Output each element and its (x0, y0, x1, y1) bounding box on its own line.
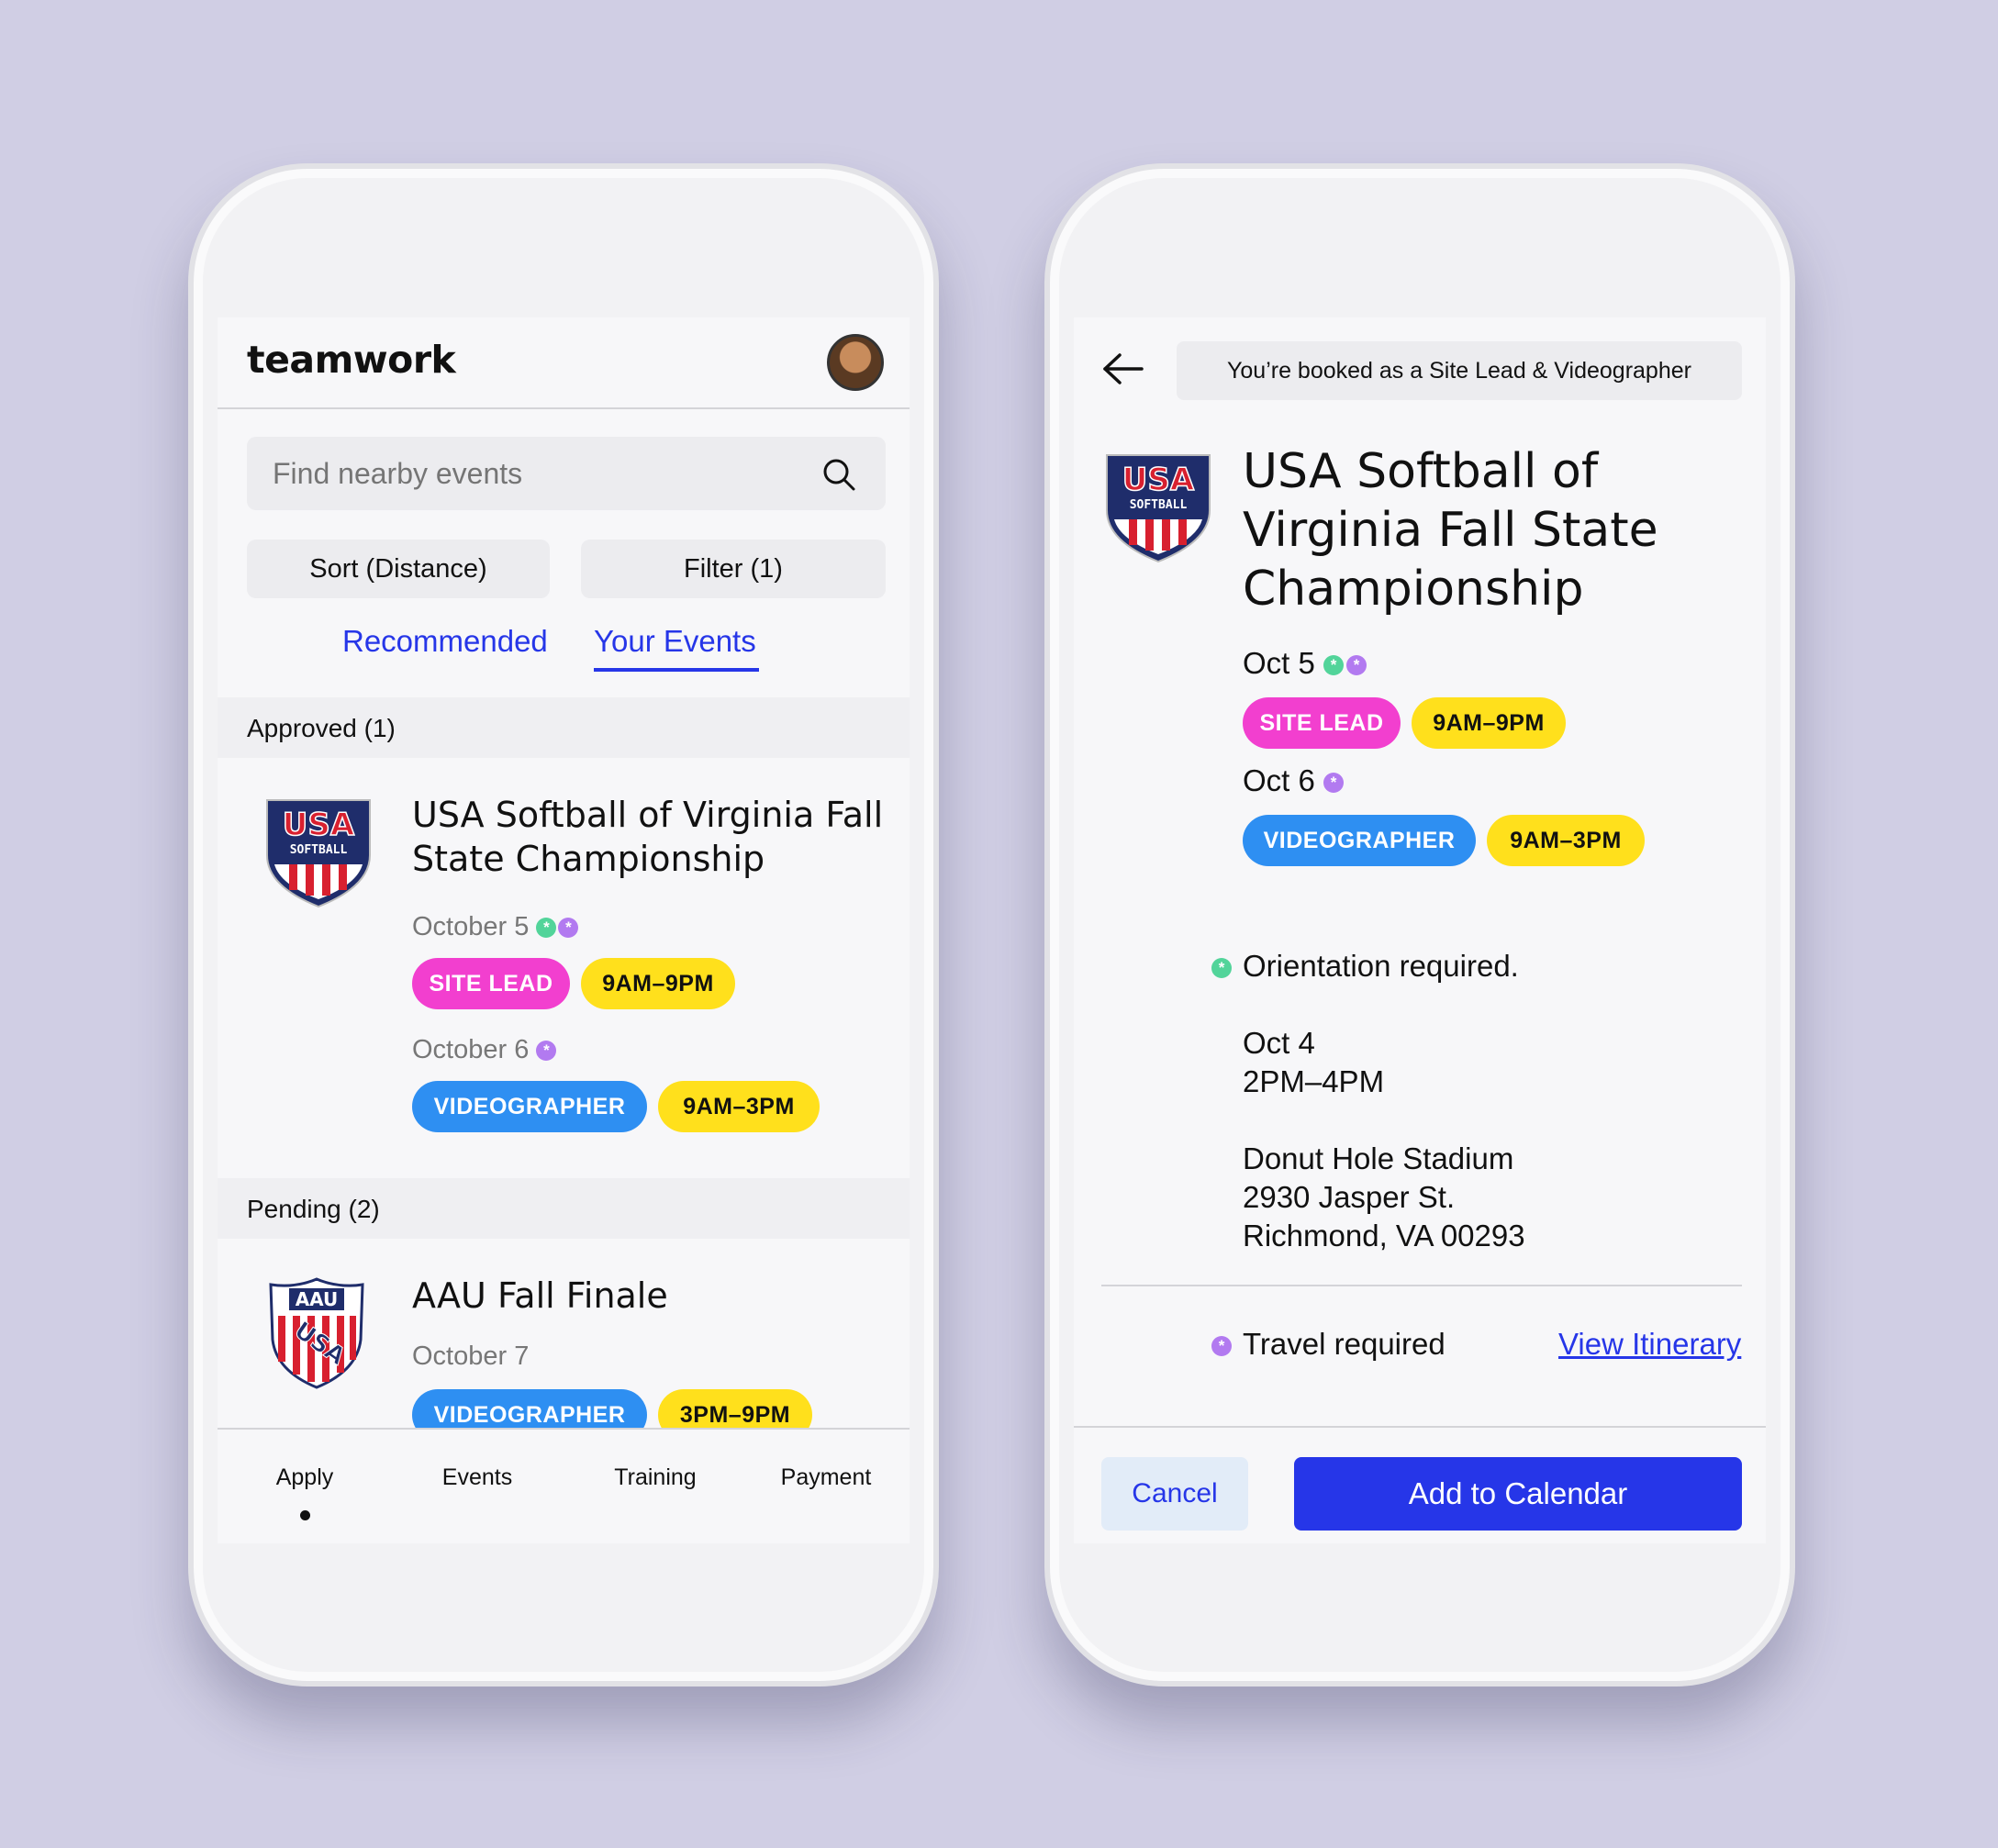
event-date-2-label: Oct 6 (1243, 763, 1315, 797)
add-to-calendar-button[interactable]: Add to Calendar (1294, 1457, 1742, 1531)
event-date-1-label: October 5 (412, 912, 530, 941)
orientation-marker-icon: * (536, 918, 557, 939)
event-date-1-label: Oct 5 (1243, 646, 1315, 680)
travel-marker-icon: * (536, 1041, 557, 1062)
time-badge-day2: 9AM–3PM (1487, 815, 1645, 866)
section-approved: Approved (1) (218, 697, 910, 758)
section-approved-label: Approved (1) (247, 714, 396, 742)
event-date-2: Oct 6 * (1243, 763, 1345, 798)
time-badge-day2: 9AM–3PM (658, 1081, 820, 1132)
nav-events[interactable]: Events (427, 1464, 528, 1491)
logo-text-usa: USA (283, 807, 355, 843)
active-nav-dot (300, 1510, 310, 1520)
active-tab-indicator (594, 668, 759, 672)
time-badge-day1: 9AM–9PM (581, 958, 735, 1009)
role-badge-videographer: VIDEOGRAPHER (1243, 815, 1476, 866)
phone-right: You’re booked as a Site Lead & Videograp… (1044, 163, 1795, 1687)
event-title-line3: Championship (1243, 562, 1584, 617)
usa-softball-logo: USA SOFTBALL (1106, 454, 1211, 563)
nav-apply[interactable]: Apply (254, 1464, 355, 1491)
travel-marker-icon: * (1211, 1336, 1232, 1356)
search-icon[interactable] (821, 457, 856, 492)
phone-left: teamwork Sort (Distance) Filter (1) Reco… (188, 163, 939, 1687)
time-badge-day1: 9AM–9PM (1412, 697, 1566, 749)
cancel-button[interactable]: Cancel (1101, 1457, 1248, 1531)
aau-usa-logo[interactable]: AAU USA (265, 1275, 368, 1391)
orientation-date: Oct 4 (1243, 1026, 1315, 1060)
event-date-1: Oct 5 * * (1243, 646, 1367, 681)
brand-logo: teamwork (247, 338, 456, 382)
orientation-marker-icon: * (1211, 958, 1232, 978)
travel-marker-icon: * (1346, 655, 1367, 676)
travel-marker-icon: * (1323, 773, 1345, 794)
event-title-line1[interactable]: USA Softball of Virginia Fall (412, 793, 883, 837)
event-date-1: October 5 * * (412, 912, 579, 942)
arrow-left-icon[interactable] (1101, 352, 1144, 385)
event-detail-screen: You’re booked as a Site Lead & Videograp… (1074, 317, 1766, 1543)
travel-required-label: Travel required (1243, 1327, 1445, 1361)
search-input[interactable] (247, 437, 823, 510)
header-divider (218, 407, 910, 409)
pending-event-date: October 7 (412, 1341, 530, 1371)
orientation-label: Orientation required. (1243, 949, 1519, 983)
event-title: USA Softball of Virginia Fall State Cham… (1243, 442, 1658, 618)
event-date-2: October 6 * (412, 1035, 557, 1065)
event-title-line2: Virginia Fall State (1243, 503, 1658, 558)
avatar[interactable] (827, 334, 884, 391)
role-badge-site-lead: SITE LEAD (412, 958, 570, 1009)
venue-name: Donut Hole Stadium (1243, 1141, 1514, 1175)
bottom-nav: Apply Events Training Payment (218, 1428, 910, 1543)
tab-recommended[interactable]: Recommended (342, 624, 548, 659)
sort-button[interactable]: Sort (Distance) (247, 540, 550, 598)
nav-training[interactable]: Training (596, 1464, 715, 1491)
section-pending-label: Pending (2) (247, 1195, 380, 1223)
nav-payment[interactable]: Payment (766, 1464, 886, 1491)
search-bar[interactable] (247, 437, 886, 510)
view-itinerary-link[interactable]: View Itinerary (1558, 1325, 1741, 1364)
role-badge-site-lead: SITE LEAD (1243, 697, 1401, 749)
venue-street: 2930 Jasper St. (1243, 1180, 1456, 1214)
detail-divider (1101, 1285, 1742, 1286)
event-title-line2[interactable]: State Championship (412, 837, 765, 881)
event-title-line1: USA Softball of (1243, 444, 1599, 499)
logo-text-softball: SOFTBALL (290, 843, 348, 857)
role-badge-videographer: VIDEOGRAPHER (412, 1081, 647, 1132)
orientation-marker-icon: * (1323, 655, 1345, 676)
filter-button[interactable]: Filter (1) (581, 540, 886, 598)
tab-your-events[interactable]: Your Events (594, 624, 756, 659)
event-date-2-label: October 6 (412, 1035, 530, 1064)
booking-banner: You’re booked as a Site Lead & Videograp… (1177, 341, 1742, 400)
travel-marker-icon: * (558, 918, 579, 939)
action-bar: Cancel Add to Calendar (1074, 1426, 1766, 1543)
logo-text-softball: SOFTBALL (1130, 498, 1188, 512)
venue-city: Richmond, VA 00293 (1243, 1219, 1525, 1252)
usa-softball-logo[interactable]: USA SOFTBALL (262, 795, 375, 908)
events-list-screen: teamwork Sort (Distance) Filter (1) Reco… (218, 317, 910, 1543)
logo-text-usa: USA (1122, 462, 1195, 498)
pending-event-title[interactable]: AAU Fall Finale (412, 1274, 668, 1318)
section-pending: Pending (2) (218, 1178, 910, 1239)
orientation-time: 2PM–4PM (1243, 1064, 1385, 1098)
logo-text-aau: AAU (296, 1288, 339, 1310)
